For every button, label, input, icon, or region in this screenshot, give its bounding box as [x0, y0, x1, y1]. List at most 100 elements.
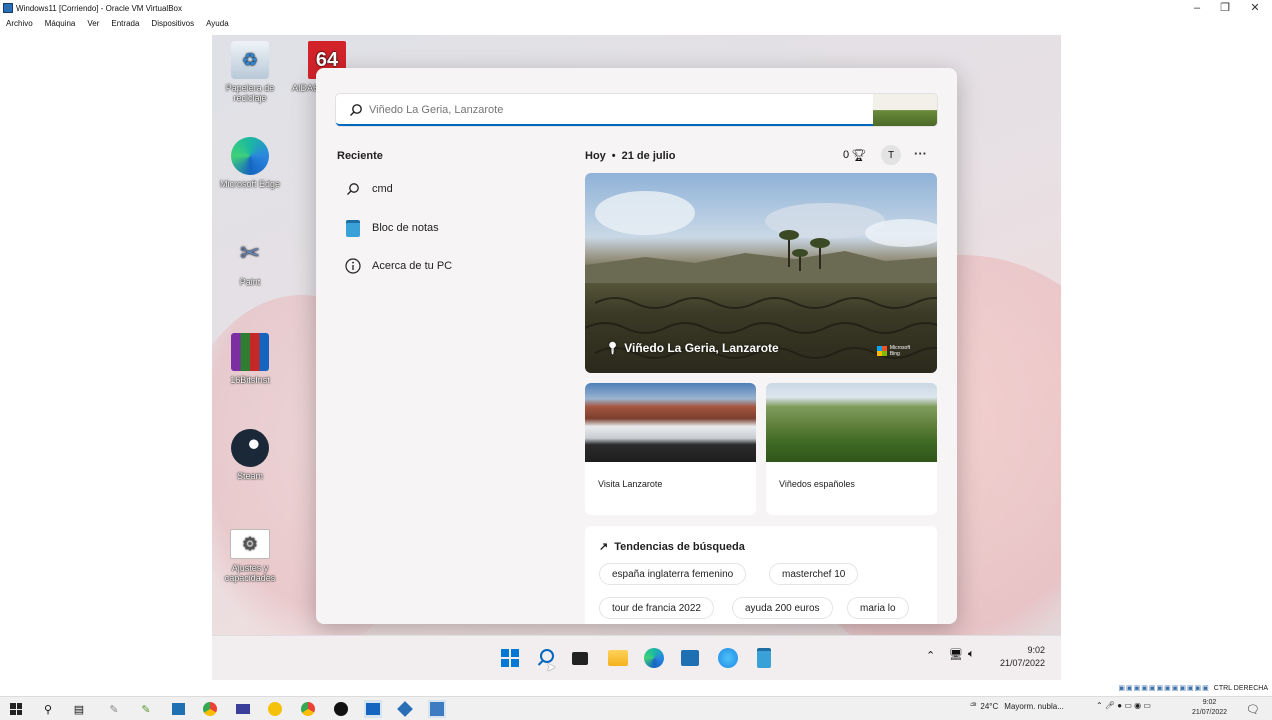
search-box[interactable]	[336, 94, 937, 126]
windows-logo-icon	[10, 703, 22, 715]
host-key-label: CTRL DERECHA	[1213, 684, 1268, 692]
trend-chip[interactable]: tour de francia 2022	[599, 597, 714, 619]
device-status-icons[interactable]: ▣▣▣▣▣▣▣▣▣▣▣▣	[1118, 684, 1209, 692]
video-icon	[366, 703, 380, 715]
host-app-button[interactable]	[234, 700, 252, 718]
recent-item-notepad[interactable]: Bloc de notas	[336, 213, 556, 243]
desktop-icon-label: Paint	[239, 277, 261, 287]
avatar[interactable]: T	[881, 145, 901, 165]
paint-icon: ✂	[239, 240, 261, 267]
trends-header: ↗ Tendencias de búsqueda	[599, 540, 745, 554]
chrome-icon	[301, 702, 315, 716]
show-hidden-icons-button[interactable]: ⌃	[926, 649, 935, 662]
app-icon	[268, 702, 282, 716]
task-view-button[interactable]	[568, 646, 592, 670]
host-search-button[interactable]: ⚲	[39, 700, 57, 718]
desktop-icon-label: Steam	[236, 471, 263, 481]
menu-ayuda[interactable]: Ayuda	[206, 19, 229, 28]
trend-chip[interactable]: masterchef 10	[769, 563, 859, 585]
weather-icon: ⛅︎	[970, 701, 977, 710]
recent-item-label: Bloc de notas	[372, 222, 439, 234]
vm-clock[interactable]: 9:02 21/07/2022	[1000, 644, 1045, 670]
monitor-icon	[236, 704, 250, 714]
store-icon	[171, 703, 185, 715]
file-explorer-button[interactable]	[606, 646, 630, 670]
edge-icon	[644, 648, 664, 668]
host-chrome-button[interactable]	[299, 700, 317, 718]
hero-card[interactable]: 📍︎ Viñedo La Geria, Lanzarote Microsoft …	[585, 173, 937, 373]
recent-item-about-pc[interactable]: Acerca de tu PC	[336, 251, 556, 281]
host-title-bar: Windows11 [Corriendo] - Oracle VM Virtua…	[0, 0, 1272, 16]
host-app-button[interactable]	[169, 700, 187, 718]
desktop-icon-16bits[interactable]: 16BitsInst	[215, 333, 285, 385]
store-icon	[681, 650, 699, 666]
host-clock[interactable]: 9:02 21/07/2022	[1192, 698, 1227, 718]
host-app-button[interactable]	[266, 700, 284, 718]
trend-chip[interactable]: ayuda 200 euros	[732, 597, 833, 619]
vm-clock-time: 9:02	[1027, 645, 1045, 655]
rewards-points[interactable]: 0 🏆︎	[843, 148, 866, 162]
weather-widget[interactable]: ⛅︎ 24°C Mayorm. nubla...	[970, 701, 1064, 711]
search-input[interactable]	[369, 99, 849, 121]
close-button[interactable]: ✕	[1240, 0, 1270, 16]
info-icon	[344, 257, 362, 275]
host-app-button[interactable]	[332, 700, 350, 718]
host-virtualbox-vm-button[interactable]	[428, 700, 446, 718]
search-icon	[344, 180, 362, 198]
minimize-button[interactable]: –	[1182, 0, 1212, 16]
today-label: Hoy	[585, 150, 606, 162]
host-chrome-button[interactable]	[201, 700, 219, 718]
store-button[interactable]	[678, 646, 702, 670]
host-menu-bar: Archivo Máquina Ver Entrada Dispositivos…	[0, 16, 1272, 30]
desktop-icon-paint[interactable]: ✂ Paint	[215, 235, 285, 287]
card-vinedos-espanoles[interactable]: Viñedos españoles	[766, 383, 937, 515]
separator-dot: •	[611, 150, 616, 162]
trend-chip[interactable]: maria lo	[847, 597, 909, 619]
host-app-button[interactable]: ✎	[137, 700, 155, 718]
host-app-button[interactable]	[364, 700, 382, 718]
hero-caption-text: Viñedo La Geria, Lanzarote	[624, 341, 779, 355]
points-value: 0	[843, 149, 850, 161]
notepad-taskbar-button[interactable]	[752, 646, 776, 670]
notifications-button[interactable]: 🗨︎	[1244, 700, 1262, 718]
desktop-icon-recycle-bin[interactable]: ♻ Papelera de reciclaje	[215, 41, 285, 103]
host-task-view-button[interactable]: ▤	[70, 700, 88, 718]
chrome-icon	[203, 702, 217, 716]
tray-icons[interactable]: ⌃ 🎤︎ ● ▭ ◉ ▭	[1096, 701, 1151, 710]
menu-maquina[interactable]: Máquina	[45, 19, 76, 28]
vm-clock-date: 21/07/2022	[999, 658, 1045, 668]
search-flyout: Reciente cmd Bloc de notas Acerca de tu …	[316, 68, 957, 624]
desktop-icon-edge[interactable]: Microsoft Edge	[215, 137, 285, 189]
card-visita-lanzarote[interactable]: Visita Lanzarote	[585, 383, 756, 515]
location-pin-icon: 📍︎	[605, 341, 621, 355]
start-button[interactable]	[498, 646, 522, 670]
task-view-icon	[572, 651, 588, 665]
menu-ver[interactable]: Ver	[87, 19, 99, 28]
weather-temp: 24°C	[980, 701, 999, 711]
host-start-button[interactable]	[7, 700, 25, 718]
desktop-icon-settings[interactable]: ⚙ Ajustes y capacidades	[215, 529, 285, 583]
more-options-button[interactable]: ···	[914, 146, 927, 161]
host-app-button[interactable]	[396, 700, 414, 718]
today-header: Hoy • 21 de julio	[585, 150, 675, 162]
app-taskbar-button[interactable]	[716, 646, 740, 670]
volume-icon[interactable]: 🔈︎	[968, 648, 975, 661]
search-icon: ⚲	[43, 703, 53, 716]
desktop-icon-steam[interactable]: Steam	[215, 429, 285, 481]
lanzarote-image	[585, 383, 756, 462]
trend-chip[interactable]: españa inglaterra femenino	[599, 563, 747, 585]
recent-item-cmd[interactable]: cmd	[336, 174, 556, 204]
desktop-icon-label: Papelera de reciclaje	[225, 83, 275, 103]
menu-archivo[interactable]: Archivo	[6, 19, 33, 28]
edge-taskbar-button[interactable]	[642, 646, 666, 670]
tool-icon: ✎	[109, 703, 119, 716]
host-clock-date: 21/07/2022	[1192, 709, 1228, 716]
network-icon[interactable]: 🖥︎	[949, 648, 963, 661]
host-app-button[interactable]: ✎	[105, 700, 123, 718]
maximize-button[interactable]: ❐	[1210, 0, 1240, 16]
menu-entrada[interactable]: Entrada	[111, 19, 139, 28]
gear-icon: ⚙	[230, 529, 270, 559]
menu-dispositivos[interactable]: Dispositivos	[151, 19, 194, 28]
recent-item-label: Acerca de tu PC	[372, 260, 453, 272]
globe-icon	[718, 648, 738, 668]
